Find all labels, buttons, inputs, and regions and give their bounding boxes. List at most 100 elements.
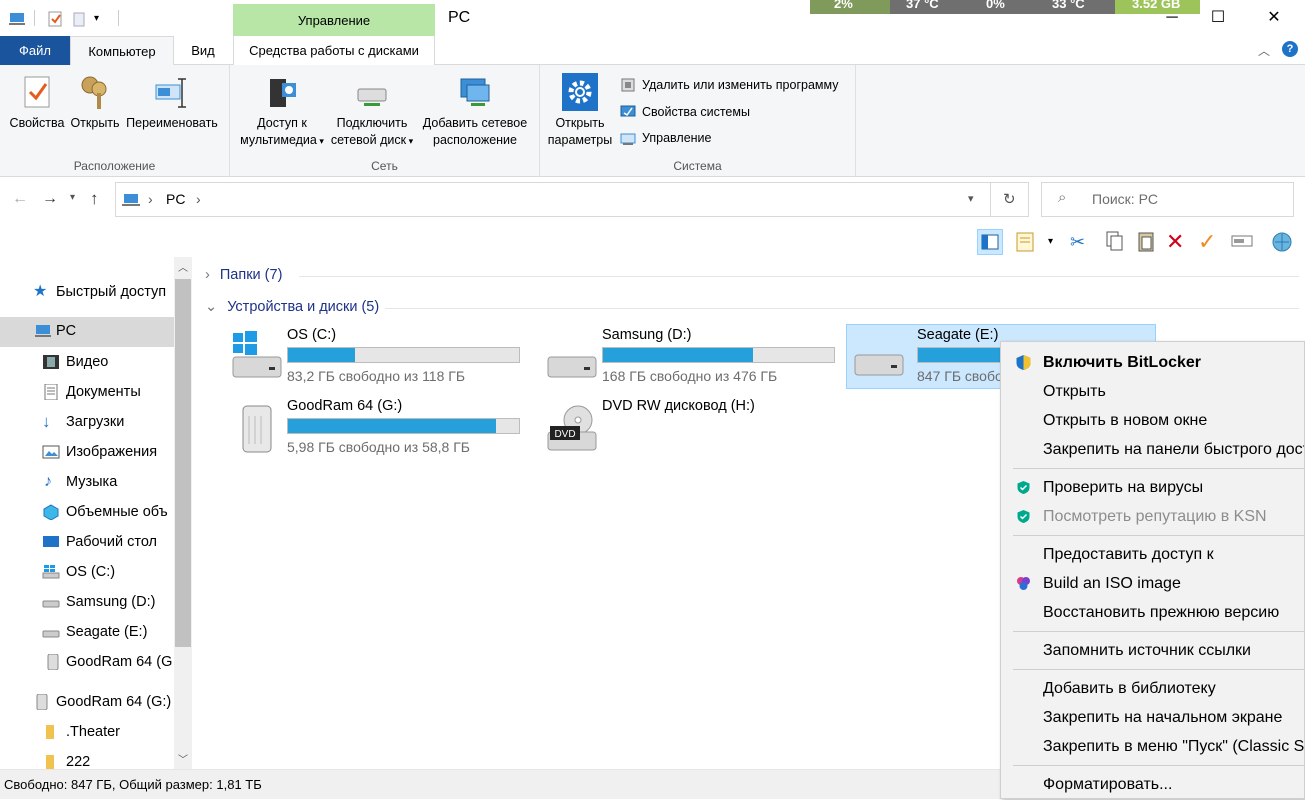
menu-item-give-access[interactable]: Предоставить доступ к [1001, 540, 1304, 569]
nav-item-documents[interactable]: Документы [0, 378, 174, 406]
media-access-button[interactable]: Доступ к мультимедиа ▾ [234, 73, 330, 150]
qat-dropdown-icon[interactable]: ▾ [94, 10, 112, 28]
breadcrumb-separator-icon[interactable]: › [196, 191, 201, 207]
menu-item-pin-classic-shell[interactable]: Закрепить в меню "Пуск" (Classic Shell) [1001, 732, 1304, 761]
menu-item-add-library[interactable]: Добавить в библиотеку [1001, 674, 1304, 703]
pc-icon [121, 191, 141, 209]
menu-item-restore-version[interactable]: Восстановить прежнюю версию [1001, 598, 1304, 627]
ribbon-collapse-icon[interactable]: ︿ [1258, 42, 1270, 59]
minimize-button[interactable]: ─ [1149, 0, 1195, 36]
menu-item-ksn-reputation[interactable]: Посмотреть репутацию в KSN [1001, 502, 1304, 531]
paste-icon[interactable] [1134, 229, 1160, 255]
drive-icon [546, 331, 598, 383]
nav-item-label: Seagate (E:) [66, 624, 148, 640]
usb-drive-icon [44, 654, 62, 670]
system-properties-button[interactable]: Свойства системы [620, 102, 750, 122]
nav-item-video[interactable]: Видео [0, 348, 174, 376]
menu-item-open[interactable]: Открыть [1001, 377, 1304, 406]
address-dropdown-icon[interactable]: ▾ [968, 192, 974, 205]
window-title: PC [448, 9, 471, 26]
tab-view[interactable]: Вид [176, 36, 230, 65]
drive-icon [42, 594, 60, 610]
qat-divider [34, 10, 35, 26]
nav-item-music[interactable]: ♪ Музыка [0, 468, 174, 496]
devices-group-header[interactable]: ⌄ Устройства и диски (5) [205, 299, 379, 315]
tab-computer[interactable]: Компьютер [70, 36, 174, 66]
up-arrow-icon[interactable]: ↑ [90, 189, 99, 209]
search-box[interactable]: ⌕ Поиск: PC [1041, 182, 1294, 217]
menu-item-pin-quick-access[interactable]: Закрепить на панели быстрого доступа [1001, 435, 1304, 464]
address-bar[interactable]: › PC › ▾ [115, 182, 991, 217]
menu-item-build-iso[interactable]: Build an ISO image [1001, 569, 1304, 598]
menu-item-label: Включить BitLocker [1043, 354, 1202, 371]
drive-dvd-h[interactable]: DVD DVD RW дисковод (H:) [538, 398, 838, 462]
properties-label: Свойства [9, 116, 65, 130]
menu-item-bitlocker[interactable]: Включить BitLocker [1001, 348, 1304, 377]
folder-options-icon[interactable] [1014, 229, 1040, 255]
manage-button[interactable]: Управление [620, 128, 712, 148]
drive-usage-bar [602, 347, 835, 363]
nav-item-desktop[interactable]: Рабочий стол [0, 528, 174, 556]
copy-icon[interactable] [1102, 229, 1128, 255]
nav-item-pictures[interactable]: Изображения [0, 438, 174, 466]
nav-item-quick-access[interactable]: ★ Быстрый доступ [0, 278, 174, 306]
add-network-location-button[interactable]: Добавить сетевое расположение [416, 73, 534, 149]
menu-item-scan-viruses[interactable]: Проверить на вирусы [1001, 473, 1304, 502]
nav-item-seagate-e[interactable]: Seagate (E:) [0, 618, 174, 646]
nav-item-os-c[interactable]: OS (C:) [0, 558, 174, 586]
menu-item-pin-start[interactable]: Закрепить на начальном экране [1001, 703, 1304, 732]
folders-group-header[interactable]: › Папки (7) [205, 267, 282, 283]
tab-file[interactable]: Файл [0, 36, 70, 65]
pc-icon[interactable] [8, 10, 26, 28]
menu-item-remember-link[interactable]: Запомнить источник ссылки [1001, 636, 1304, 665]
rename-button[interactable]: Переименовать [122, 73, 222, 132]
drive-os-c[interactable]: OS (C:) 83,2 ГБ свободно из 118 ГБ [223, 327, 523, 391]
properties-check-icon[interactable]: ✓ [1198, 229, 1224, 255]
map-network-drive-button[interactable]: Подключить сетевой диск ▾ [330, 73, 414, 150]
properties-check-icon[interactable] [46, 10, 64, 28]
scroll-down-icon[interactable]: ﹀ [178, 751, 188, 766]
refresh-button[interactable]: ↻ [991, 182, 1029, 217]
drive-goodram-g[interactable]: GoodRam 64 (G:) 5,98 ГБ свободно из 58,8… [223, 398, 523, 462]
context-tab-header: Управление [233, 4, 435, 36]
star-icon: ★ [33, 283, 48, 300]
nav-item-theater[interactable]: .Theater [0, 718, 174, 746]
context-menu: Включить BitLocker Открыть Открыть в нов… [1000, 341, 1305, 799]
preview-pane-icon[interactable] [977, 229, 1003, 255]
windows-drive-icon [231, 331, 283, 383]
menu-item-label: Запомнить источник ссылки [1043, 642, 1251, 659]
open-button[interactable]: Открыть [68, 73, 122, 132]
close-button[interactable]: ✕ [1251, 0, 1297, 36]
menu-item-format[interactable]: Форматировать... [1001, 770, 1304, 798]
open-settings-button[interactable]: Открыть параметры [542, 73, 618, 149]
forward-arrow-icon[interactable]: → [42, 190, 58, 208]
shell-icon[interactable] [1270, 229, 1296, 255]
nav-item-3d-objects[interactable]: Объемные объ [0, 498, 174, 526]
nav-item-goodram-root[interactable]: GoodRam 64 (G:) [0, 688, 174, 716]
nav-item-pc[interactable]: PC [0, 317, 174, 347]
nav-item-downloads[interactable]: ↓ Загрузки [0, 408, 174, 436]
nav-item-222[interactable]: 222 [0, 748, 174, 769]
recent-dropdown-icon[interactable]: ▾ [70, 192, 75, 203]
rename-icon[interactable] [1230, 229, 1256, 255]
nav-item-samsung-d[interactable]: Samsung (D:) [0, 588, 174, 616]
help-icon[interactable]: ? [1282, 41, 1298, 57]
properties-check-icon [19, 73, 55, 111]
drive-samsung-d[interactable]: Samsung (D:) 168 ГБ свободно из 476 ГБ [538, 327, 838, 391]
properties-button[interactable]: Свойства [6, 73, 68, 132]
svg-text:DVD: DVD [554, 429, 575, 440]
delete-icon[interactable]: ✕ [1166, 229, 1192, 255]
breadcrumb-pc[interactable]: PC [166, 191, 185, 207]
scroll-thumb[interactable] [175, 279, 191, 647]
folder-new-icon[interactable] [70, 10, 88, 28]
menu-item-label: Восстановить прежнюю версию [1043, 604, 1280, 621]
uninstall-program-button[interactable]: Удалить или изменить программу [620, 75, 839, 95]
scroll-up-icon[interactable]: ︿ [178, 259, 188, 274]
menu-item-open-new-window[interactable]: Открыть в новом окне [1001, 406, 1304, 435]
tab-disk-tools[interactable]: Средства работы с дисками [233, 36, 435, 65]
nav-item-goodram-g[interactable]: GoodRam 64 (G [0, 648, 174, 676]
back-arrow-icon[interactable]: ← [12, 190, 28, 208]
cut-icon[interactable]: ✂ [1070, 229, 1096, 255]
nav-scrollbar[interactable]: ︿ ﹀ [174, 257, 192, 769]
maximize-button[interactable]: ☐ [1195, 0, 1241, 36]
